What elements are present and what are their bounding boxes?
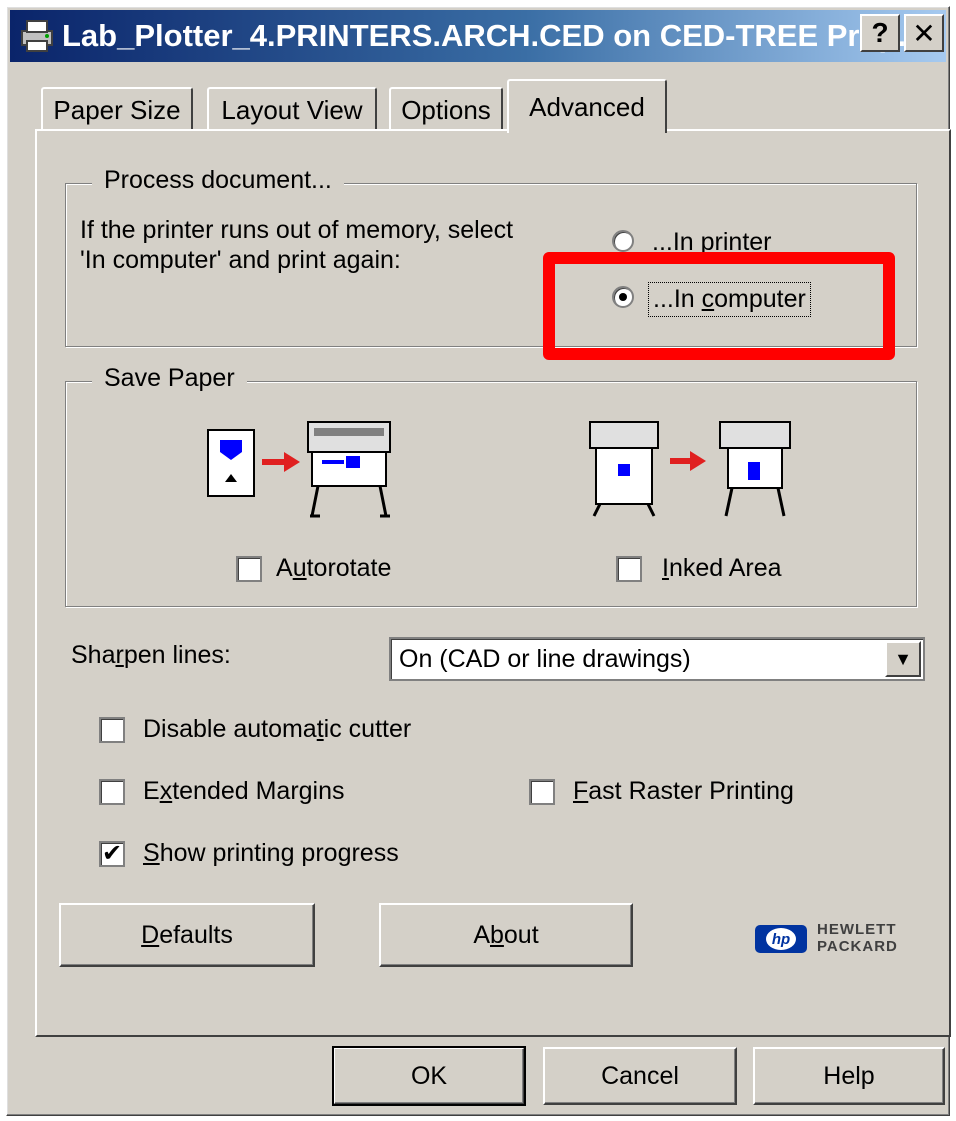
disable-cutter-checkbox[interactable] (99, 717, 125, 743)
dropdown-arrow-button[interactable]: ▼ (885, 641, 921, 677)
tab-layout-view[interactable]: Layout View (207, 87, 377, 131)
cancel-button[interactable]: Cancel (543, 1047, 737, 1105)
tab-label: Advanced (529, 91, 645, 122)
extended-margins-checkbox[interactable] (99, 779, 125, 805)
button-label: OK (410, 1061, 448, 1090)
page-icon (207, 429, 255, 497)
process-description-line1: If the printer runs out of memory, selec… (80, 216, 514, 244)
hp-logo-mark: hp (755, 925, 807, 953)
title-bar[interactable]: Lab_Plotter_4.PRINTERS.ARCH.CED on CED-T… (10, 10, 946, 62)
hp-logo-text: HEWLETT PACKARD (817, 921, 898, 955)
button-label: About (473, 920, 539, 949)
highlight-annotation (543, 252, 895, 360)
autorotate-label[interactable]: Autorotate (276, 554, 391, 583)
autorotate-illustration (207, 421, 391, 518)
chevron-down-icon: ▼ (894, 648, 912, 669)
autorotate-checkbox[interactable] (236, 556, 262, 582)
button-label: Defaults (141, 920, 233, 949)
tab-label: Paper Size (53, 94, 181, 125)
save-paper-group: Save Paper Autorotate Inked Area (65, 364, 917, 607)
hp-logo: hp HEWLETT PACKARD (755, 921, 925, 957)
plotter-after-icon (719, 421, 791, 517)
sharpen-lines-label: Sharpen lines: (71, 641, 231, 669)
sharpen-lines-select[interactable]: On (CAD or line drawings) ▼ (389, 637, 925, 681)
close-button[interactable]: ✕ (904, 14, 944, 52)
fast-raster-label[interactable]: Fast Raster Printing (573, 777, 794, 806)
group-title: Process document... (92, 166, 344, 195)
button-label: Help (823, 1061, 875, 1090)
tab-advanced[interactable]: Advanced (507, 79, 667, 133)
show-progress-label[interactable]: Show printing progress (143, 839, 399, 868)
arrow-icon (262, 452, 300, 472)
group-title: Save Paper (92, 364, 247, 393)
tab-label: Options (401, 94, 491, 125)
tab-options[interactable]: Options (389, 87, 503, 131)
about-button[interactable]: About (379, 903, 633, 967)
printer-properties-dialog: Lab_Plotter_4.PRINTERS.ARCH.CED on CED-T… (6, 6, 951, 1116)
fast-raster-checkbox[interactable] (529, 779, 555, 805)
printer-icon (21, 20, 53, 52)
defaults-button[interactable]: Defaults (59, 903, 315, 967)
window-title: Lab_Plotter_4.PRINTERS.ARCH.CED on CED-T… (62, 18, 924, 53)
arrow-icon (670, 451, 706, 471)
ok-button[interactable]: OK (332, 1046, 526, 1106)
inked-area-label[interactable]: Inked Area (662, 554, 782, 583)
in-printer-radio[interactable] (612, 230, 634, 252)
extended-margins-label[interactable]: Extended Margins (143, 777, 345, 806)
show-progress-checkbox[interactable]: ✔ (99, 841, 125, 867)
tab-label: Layout View (221, 94, 363, 125)
button-label: Cancel (601, 1061, 679, 1090)
inked-area-illustration (589, 421, 791, 517)
help-title-button[interactable]: ? (860, 14, 900, 52)
close-icon: ✕ (912, 17, 936, 49)
checkmark-icon: ✔ (101, 840, 123, 867)
tab-paper-size[interactable]: Paper Size (41, 87, 193, 131)
help-button[interactable]: Help (753, 1047, 945, 1105)
select-value: On (CAD or line drawings) (399, 644, 691, 673)
inked-area-checkbox[interactable] (616, 556, 642, 582)
disable-cutter-label[interactable]: Disable automatic cutter (143, 715, 411, 744)
plotter-before-icon (589, 421, 659, 517)
process-description-line2: 'In computer' and print again: (80, 246, 401, 274)
plotter-icon (307, 421, 391, 518)
